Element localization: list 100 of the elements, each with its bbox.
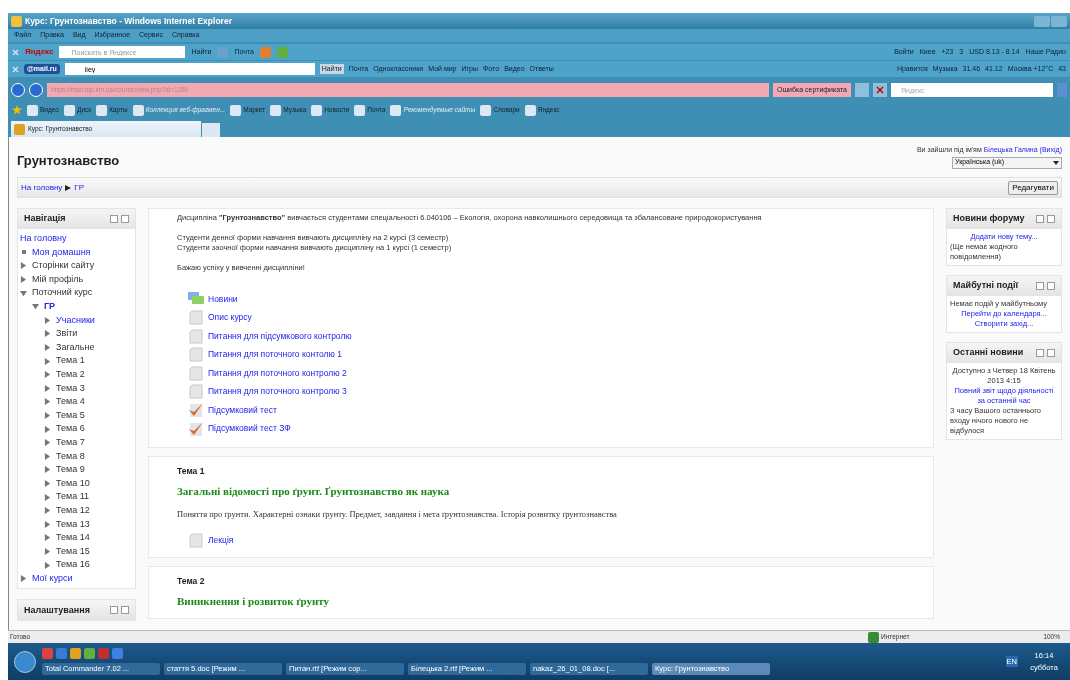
activity-link[interactable]: Питання для поточного контролю 3	[208, 385, 347, 398]
stop-button[interactable]	[873, 83, 887, 97]
nav-item[interactable]: Тема 11	[56, 490, 90, 504]
nav-item[interactable]: Мої курси	[32, 571, 73, 586]
yandex-logo: Яндекс	[25, 46, 54, 58]
dropdown-arrow-icon	[1053, 160, 1059, 165]
quick-launch-icon	[112, 648, 123, 659]
nav-item[interactable]: Учасники	[56, 313, 95, 328]
nav-item[interactable]: Тема 6	[56, 422, 85, 436]
site-title: Грунтознавство	[17, 152, 120, 170]
block-title: Навігація	[24, 212, 66, 226]
activity-link[interactable]: Питання для поточного контролю 2	[208, 366, 347, 380]
document-icon	[188, 328, 203, 344]
nav-item[interactable]: Звіти	[56, 327, 78, 341]
nav-item[interactable]: Тема 9	[56, 463, 85, 477]
bookmark-icon	[270, 104, 282, 116]
nav-item[interactable]: Тема 4	[56, 395, 85, 409]
document-icon	[188, 384, 203, 399]
nav-item[interactable]: Тема 15	[56, 544, 90, 559]
nav-item[interactable]: ГР	[44, 300, 56, 314]
topic-name: Тема 2	[177, 574, 206, 588]
activity-link[interactable]: Підсумковий тест ЗФ	[208, 422, 291, 435]
topic-title: Загальні відомості про ґрунт. Ґрунтознавство як наука	[177, 484, 451, 500]
nav-item[interactable]: Тема 16	[56, 558, 90, 572]
close-icon[interactable]	[12, 48, 19, 56]
document-icon	[188, 310, 203, 325]
collapse-icon[interactable]	[110, 215, 118, 223]
quick-launch-icon	[98, 648, 109, 659]
topic-name: Тема 1	[177, 464, 206, 478]
nav-item[interactable]: На головну	[20, 232, 67, 246]
activity-link[interactable]: Питання для підсумкового контролю	[208, 329, 352, 343]
nav-item[interactable]: Тема 8	[56, 449, 85, 464]
breadcrumb-link[interactable]: ГР	[74, 181, 84, 194]
activity-link[interactable]: Лекція	[208, 534, 234, 547]
toolbar-icon	[259, 46, 271, 58]
nav-item[interactable]: Тема 5	[56, 408, 85, 423]
block-title: Налаштування	[24, 603, 90, 617]
quick-launch-icon	[42, 648, 53, 659]
topic-title: Виникнення і розвиток ґрунту	[177, 594, 331, 610]
activity-link[interactable]: Підсумковий тест	[208, 403, 277, 417]
edit-button[interactable]: Редагувати	[1008, 180, 1058, 195]
bookmark-icon	[230, 104, 242, 116]
bookmark-icon	[354, 104, 366, 116]
nav-item[interactable]: Сторінки сайту	[32, 259, 95, 273]
close-icon[interactable]	[12, 65, 19, 73]
bookmark-icon	[132, 104, 144, 116]
document-icon	[188, 533, 203, 548]
bookmark-icon	[390, 104, 402, 116]
nav-item[interactable]: Тема 3	[56, 381, 85, 396]
block-title: Майбутні події	[953, 279, 1019, 293]
forward-button[interactable]	[29, 83, 43, 97]
activity-link[interactable]: Питання для поточного контолю 1	[208, 348, 342, 361]
checkmark-icon	[187, 420, 204, 437]
bookmark-icon	[311, 104, 323, 116]
checkmark-icon	[187, 402, 204, 418]
bookmark-icon	[480, 104, 492, 116]
nav-item[interactable]: Тема 14	[56, 531, 90, 545]
nav-item[interactable]: Тема 7	[56, 435, 85, 450]
bookmark-icon	[64, 104, 75, 116]
bookmark-icon	[96, 104, 108, 116]
block-title: Новини форуму	[953, 212, 1025, 226]
block-title: Останні новини	[953, 346, 1024, 360]
nav-item[interactable]: Тема 1	[56, 354, 85, 368]
collapse-icon[interactable]	[110, 606, 118, 615]
bullet-icon	[22, 250, 26, 255]
star-icon[interactable]	[12, 105, 22, 115]
collapsed-arrow-icon	[20, 575, 27, 583]
site-icon	[14, 123, 25, 135]
bookmark-icon	[27, 104, 38, 116]
window-title: Курс: Грунтознавство - Windows Internet Explorer	[25, 14, 232, 28]
quick-launch-icon	[56, 648, 67, 659]
quick-launch-icon	[84, 648, 95, 659]
nav-item[interactable]: Поточний курс	[32, 286, 93, 300]
start-button[interactable]	[14, 650, 36, 673]
collapse-icon[interactable]	[1036, 349, 1044, 357]
topic-summary: Поняття про ґрунти. Характерні ознаки ґрунту. Предмет, завдання і мета ґрунтознавства. Історія розвитку ґрунтознавства	[177, 507, 618, 521]
quick-launch-icon	[70, 648, 81, 659]
back-button[interactable]	[11, 83, 25, 97]
dock-icon[interactable]	[1047, 349, 1055, 357]
nav-item[interactable]: Тема 10	[56, 476, 90, 491]
dock-icon[interactable]	[1047, 215, 1055, 223]
bookmark-icon	[524, 104, 536, 116]
dock-icon[interactable]	[121, 215, 129, 223]
nav-item[interactable]: Моя домашня	[32, 245, 91, 260]
activity-link[interactable]: Новини	[208, 292, 238, 306]
nav-item[interactable]: Мій профіль	[32, 272, 84, 287]
separator-icon	[65, 184, 72, 191]
dock-icon[interactable]	[1047, 282, 1055, 290]
document-icon	[188, 347, 203, 362]
nav-item[interactable]: Загальне	[56, 340, 95, 355]
nav-item[interactable]: Тема 2	[56, 368, 85, 382]
collapse-icon[interactable]	[1036, 215, 1044, 223]
breadcrumb-link[interactable]: На головну	[21, 181, 63, 194]
toolbar-icon	[276, 46, 288, 58]
collapse-icon[interactable]	[1036, 282, 1044, 290]
activity-link[interactable]: Опис курсу	[208, 311, 252, 324]
nav-item[interactable]: Тема 12	[56, 503, 90, 518]
dock-icon[interactable]	[121, 606, 129, 615]
nav-item[interactable]: Тема 13	[56, 517, 90, 531]
forum-icon	[187, 292, 204, 306]
